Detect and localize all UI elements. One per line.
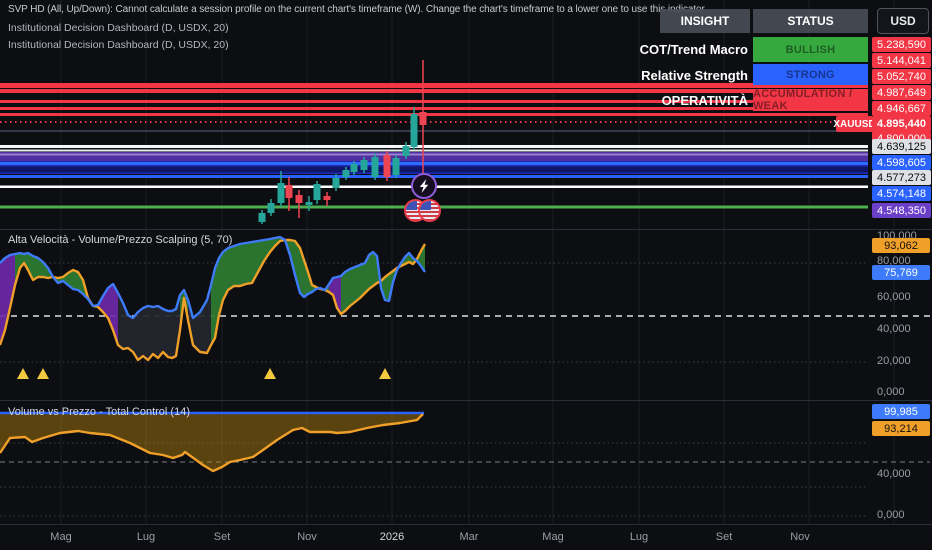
- price-label: 5.052,740: [872, 69, 931, 84]
- price-level-line: [0, 130, 868, 132]
- price-label: 4.946,667: [872, 101, 931, 116]
- indicator-value-badge: 93,062: [872, 238, 930, 253]
- signal-triangle-icon: [379, 368, 391, 379]
- us-flags-icon: [404, 199, 441, 222]
- table-header-status: STATUS: [753, 9, 868, 33]
- symbol-badge-xauusd: XAUUSD: [833, 116, 876, 132]
- price-level-line: [0, 152, 868, 161]
- price-level-line: [0, 153, 868, 156]
- pane-title-total-control: Volume vs Prezzo - Total Control (14): [8, 406, 190, 418]
- lightning-bolt-glyph: [419, 179, 428, 193]
- price-label: 4.639,125: [872, 139, 931, 154]
- price-level-line: [0, 162, 868, 165]
- axis-label: 0,000: [877, 509, 905, 521]
- candle: [267, 203, 275, 213]
- candle: [360, 160, 368, 170]
- current-price-label: 4.895,440: [872, 116, 931, 132]
- candle: [383, 155, 391, 177]
- candle: [419, 112, 427, 125]
- status-chip-strong: STRONG: [753, 64, 868, 85]
- price-level-line: [0, 83, 868, 88]
- indicator-value-badge: 75,769: [872, 265, 930, 280]
- candle: [371, 157, 379, 177]
- candle: [332, 178, 340, 188]
- insight-label-relative-strength: Relative Strength: [641, 68, 748, 83]
- us-flag-circle: [418, 199, 441, 222]
- table-header-insight: INSIGHT: [660, 9, 750, 33]
- time-label: 2026: [379, 531, 405, 543]
- candle: [323, 196, 331, 200]
- candle: [402, 146, 410, 156]
- tradingview-chart-window: SVP HD (All, Up/Down): Cannot calculate …: [0, 0, 932, 550]
- price-label: 4.598,605: [872, 155, 931, 170]
- price-label: 4.548,350: [872, 203, 931, 218]
- axis-label: 40,000: [877, 323, 911, 335]
- time-label: Mar: [459, 531, 479, 543]
- indicator-value-badge: 93,214: [872, 421, 930, 436]
- axis-label: 0,000: [877, 386, 905, 398]
- price-level-line: [0, 145, 868, 148]
- price-label: 5.144,041: [872, 53, 931, 68]
- candle: [342, 170, 350, 177]
- axis-label: 60,000: [877, 291, 911, 303]
- time-label: Nov: [297, 531, 317, 543]
- study-error-message: SVP HD (All, Up/Down): Cannot calculate …: [8, 4, 707, 15]
- candle: [277, 183, 285, 203]
- price-level-line: [0, 149, 868, 152]
- candle: [350, 164, 358, 172]
- candle: [410, 114, 418, 147]
- indicator-value-badge: 99,985: [872, 404, 930, 419]
- time-label: Lug: [629, 531, 649, 543]
- candle: [285, 185, 293, 198]
- status-chip-accumulation-weak: ACCUMULATION / WEAK: [753, 88, 868, 112]
- time-label: Lug: [136, 531, 156, 543]
- time-label: Set: [715, 531, 733, 543]
- series-fill: [118, 293, 180, 360]
- candle: [392, 158, 400, 175]
- insight-label-operativita: OPERATIVITÀ: [661, 93, 748, 108]
- study-label-dashboard-2: Institutional Decision Dashboard (D, USD…: [8, 39, 229, 51]
- insight-label-cot-trend: COT/Trend Macro: [639, 42, 748, 57]
- candle: [305, 202, 313, 205]
- signal-triangle-icon: [37, 368, 49, 379]
- status-chip-bullish: BULLISH: [753, 37, 868, 62]
- price-label: 4.574,148: [872, 186, 931, 201]
- candle: [295, 195, 303, 203]
- candle: [313, 184, 321, 200]
- time-label: Set: [213, 531, 231, 543]
- price-level-line: [0, 113, 868, 116]
- price-label: 5.238,590: [872, 37, 931, 52]
- candle: [258, 213, 266, 222]
- time-label: Mag: [50, 531, 72, 543]
- axis-label: 20,000: [877, 355, 911, 367]
- currency-button[interactable]: USD: [877, 8, 929, 34]
- axis-label: 40,000: [877, 468, 911, 480]
- pane-title-volume-scalping: Alta Velocità - Volume/Prezzo Scalping (…: [8, 234, 233, 246]
- price-level-line: [0, 166, 868, 173]
- price-label: 4.577,273: [872, 170, 931, 185]
- time-label: Nov: [790, 531, 810, 543]
- price-label: 4.987,649: [872, 85, 931, 100]
- study-label-dashboard-1: Institutional Decision Dashboard (D, USD…: [8, 22, 229, 34]
- lightning-icon: [411, 173, 437, 199]
- time-label: Mag: [542, 531, 564, 543]
- signal-triangle-icon: [264, 368, 276, 379]
- signal-triangle-icon: [17, 368, 29, 379]
